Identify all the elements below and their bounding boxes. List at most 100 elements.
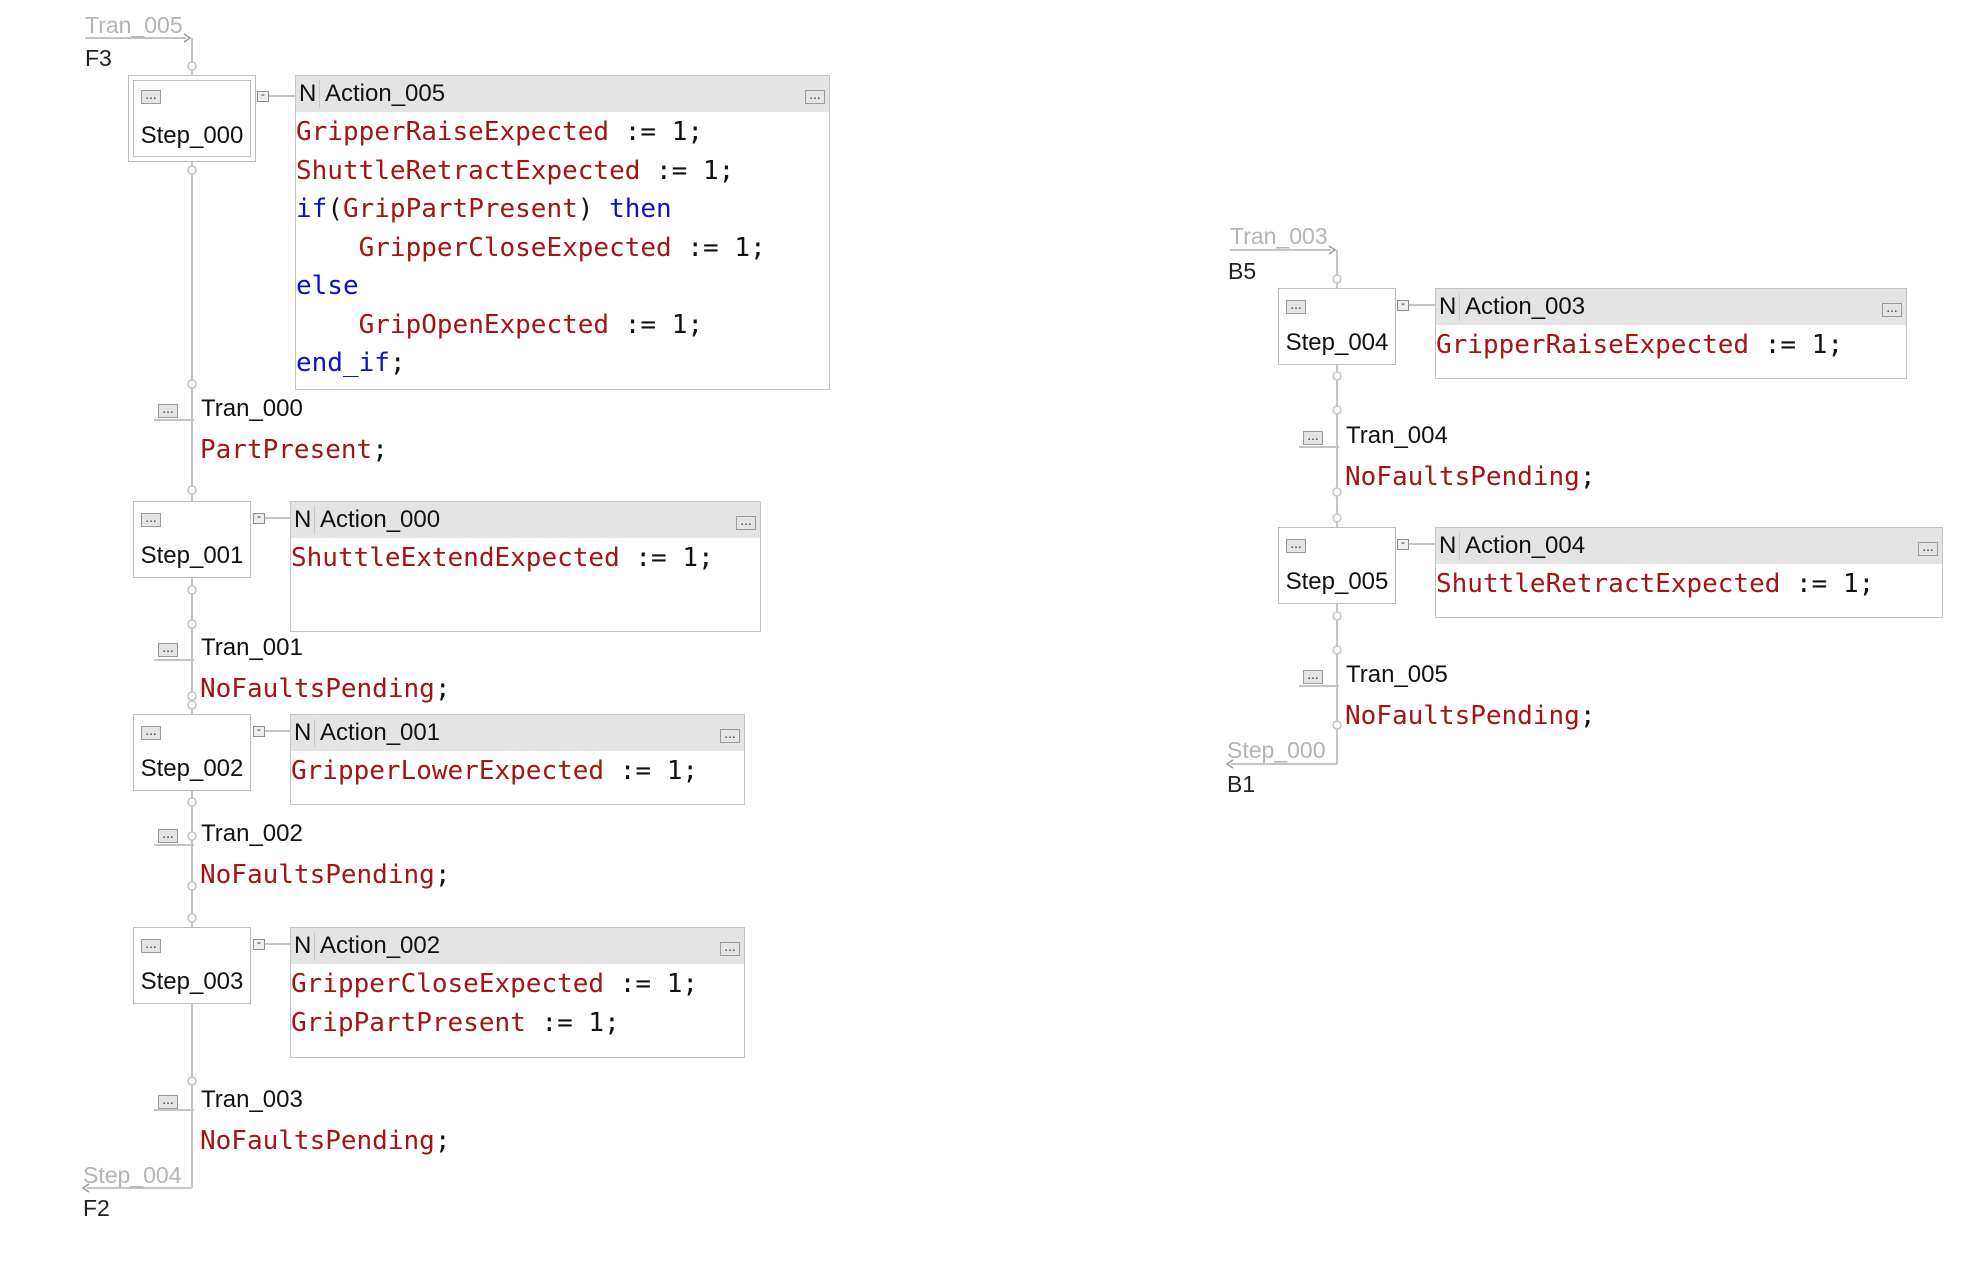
action-header: N Action_005 ...: [296, 76, 829, 112]
transition-condition[interactable]: NoFaultsPending;: [1345, 461, 1595, 493]
action-code[interactable]: GripperCloseExpected := 1; GripPartPresen…: [291, 964, 744, 1042]
code-line: GripPartPresent := 1;: [291, 1004, 744, 1043]
ellipsis-icon[interactable]: ...: [720, 941, 740, 956]
code-identifier: GripperRaiseExpected: [1436, 330, 1750, 360]
condition-identifier: NoFaultsPending: [200, 674, 435, 704]
step-name: Step_001: [140, 542, 244, 569]
action-box[interactable]: N Action_000 ... ShuttleExtendExpected :…: [290, 501, 761, 632]
transition-condition[interactable]: NoFaultsPending;: [200, 673, 450, 705]
action-header: N Action_002 ...: [291, 928, 744, 964]
code-identifier: GripPartPresent: [342, 194, 578, 224]
code-line: GripperRaiseExpected := 1;: [296, 113, 829, 152]
ellipsis-icon[interactable]: ...: [805, 89, 825, 104]
collapse-icon[interactable]: -: [257, 89, 269, 102]
action-code[interactable]: GripperLowerExpected := 1;: [291, 751, 744, 791]
incoming-reference-name[interactable]: Tran_005: [85, 12, 183, 38]
code-identifier: ShuttleRetractExpected: [296, 155, 641, 186]
step-box[interactable]: ... Step_001: [133, 501, 251, 578]
action-qualifier: N: [1439, 293, 1457, 320]
outgoing-reference-name[interactable]: Step_004: [83, 1162, 181, 1188]
collapse-icon[interactable]: -: [1397, 537, 1409, 550]
step-box[interactable]: ... Step_005: [1278, 527, 1396, 604]
action-qualifier: N: [294, 932, 312, 959]
action-box[interactable]: N Action_004 ... ShuttleRetractExpected …: [1435, 527, 1943, 618]
collapse-icon[interactable]: -: [1397, 298, 1409, 311]
action-header: N Action_003 ...: [1436, 289, 1906, 325]
step-box[interactable]: ... Step_003: [133, 927, 251, 1004]
action-name: Action_005: [325, 80, 446, 107]
action-qualifier: N: [299, 80, 317, 107]
code-line: ShuttleRetractExpected := 1;: [296, 152, 829, 191]
code-line: ShuttleExtendExpected := 1;: [291, 539, 760, 578]
ellipsis-icon[interactable]: ...: [158, 1094, 178, 1109]
ellipsis-icon[interactable]: ...: [1918, 541, 1938, 556]
connection-point: [1332, 720, 1342, 730]
ellipsis-icon[interactable]: ...: [141, 938, 161, 953]
action-code[interactable]: ShuttleRetractExpected := 1;: [1436, 564, 1942, 604]
condition-terminator: ;: [372, 435, 388, 465]
ellipsis-icon[interactable]: ...: [158, 403, 178, 418]
incoming-reference-name[interactable]: Tran_003: [1230, 223, 1328, 249]
condition-identifier: NoFaultsPending: [200, 860, 435, 890]
collapse-icon[interactable]: -: [253, 937, 265, 950]
ellipsis-icon[interactable]: ...: [1882, 302, 1902, 317]
transition-condition[interactable]: NoFaultsPending;: [200, 859, 450, 891]
code-operator: := 1;: [609, 117, 703, 147]
connection-point: [1332, 513, 1342, 523]
ellipsis-icon[interactable]: ...: [141, 89, 161, 104]
action-code[interactable]: GripperRaiseExpected := 1; ShuttleRetract…: [296, 112, 829, 383]
ellipsis-icon[interactable]: ...: [158, 828, 178, 843]
condition-terminator: ;: [434, 1126, 451, 1156]
connection-point: [1332, 274, 1342, 284]
action-code[interactable]: ShuttleExtendExpected := 1;: [291, 538, 760, 578]
ellipsis-icon[interactable]: ...: [736, 515, 756, 530]
code-operator: := 1;: [640, 155, 735, 186]
code-line: end_if;: [296, 344, 829, 383]
code-operator: := 1;: [671, 232, 766, 263]
code-operator: ): [577, 194, 610, 224]
ellipsis-icon[interactable]: ...: [1286, 299, 1306, 314]
connection-point: [1332, 405, 1342, 415]
ellipsis-icon[interactable]: ...: [1303, 430, 1323, 445]
code-operator: := 1;: [604, 756, 698, 786]
connection-point: [187, 619, 197, 629]
code-line: else: [296, 267, 829, 306]
collapse-icon[interactable]: -: [253, 511, 265, 524]
action-box[interactable]: N Action_003 ... GripperRaiseExpected :=…: [1435, 288, 1907, 379]
transition-condition[interactable]: NoFaultsPending;: [1345, 700, 1595, 732]
step-box[interactable]: ... Step_000: [128, 75, 256, 162]
transition-name: Tran_003: [201, 1086, 303, 1113]
ellipsis-icon[interactable]: ...: [1303, 669, 1323, 684]
ellipsis-icon[interactable]: ...: [141, 725, 161, 740]
action-box[interactable]: N Action_005 ... GripperRaiseExpected :=…: [295, 75, 830, 390]
step-name: Step_003: [140, 968, 244, 995]
arrow-head: [183, 33, 192, 43]
code-identifier: GripperRaiseExpected: [296, 117, 610, 147]
condition-terminator: ;: [434, 860, 451, 890]
transition-name: Tran_004: [1346, 422, 1448, 449]
ellipsis-icon[interactable]: ...: [720, 728, 740, 743]
connection-point: [1332, 645, 1342, 655]
action-name: Action_002: [320, 932, 441, 959]
action-code[interactable]: GripperRaiseExpected := 1;: [1436, 325, 1906, 365]
step-box[interactable]: ... Step_002: [133, 714, 251, 791]
ellipsis-icon[interactable]: ...: [158, 642, 178, 657]
action-box[interactable]: N Action_001 ... GripperLowerExpected :=…: [290, 714, 745, 805]
transition-name: Tran_000: [201, 395, 303, 422]
connection-point: [187, 691, 197, 701]
incoming-reference-grid: F3: [85, 45, 112, 71]
outgoing-reference-name[interactable]: Step_000: [1227, 737, 1325, 763]
collapse-icon[interactable]: -: [253, 724, 265, 737]
step-box[interactable]: ... Step_004: [1278, 288, 1396, 365]
connection-point: [187, 797, 197, 807]
condition-terminator: ;: [434, 674, 451, 704]
connection-point: [187, 585, 197, 595]
code-identifier: GripperCloseExpected: [358, 232, 672, 263]
transition-condition[interactable]: PartPresent;: [200, 434, 388, 466]
ellipsis-icon[interactable]: ...: [141, 512, 161, 527]
code-line: GripperCloseExpected := 1;: [291, 965, 744, 1004]
ellipsis-icon[interactable]: ...: [1286, 538, 1306, 553]
transition-condition[interactable]: NoFaultsPending;: [200, 1125, 450, 1157]
connection-point: [187, 913, 197, 923]
action-box[interactable]: N Action_002 ... GripperCloseExpected :=…: [290, 927, 745, 1058]
